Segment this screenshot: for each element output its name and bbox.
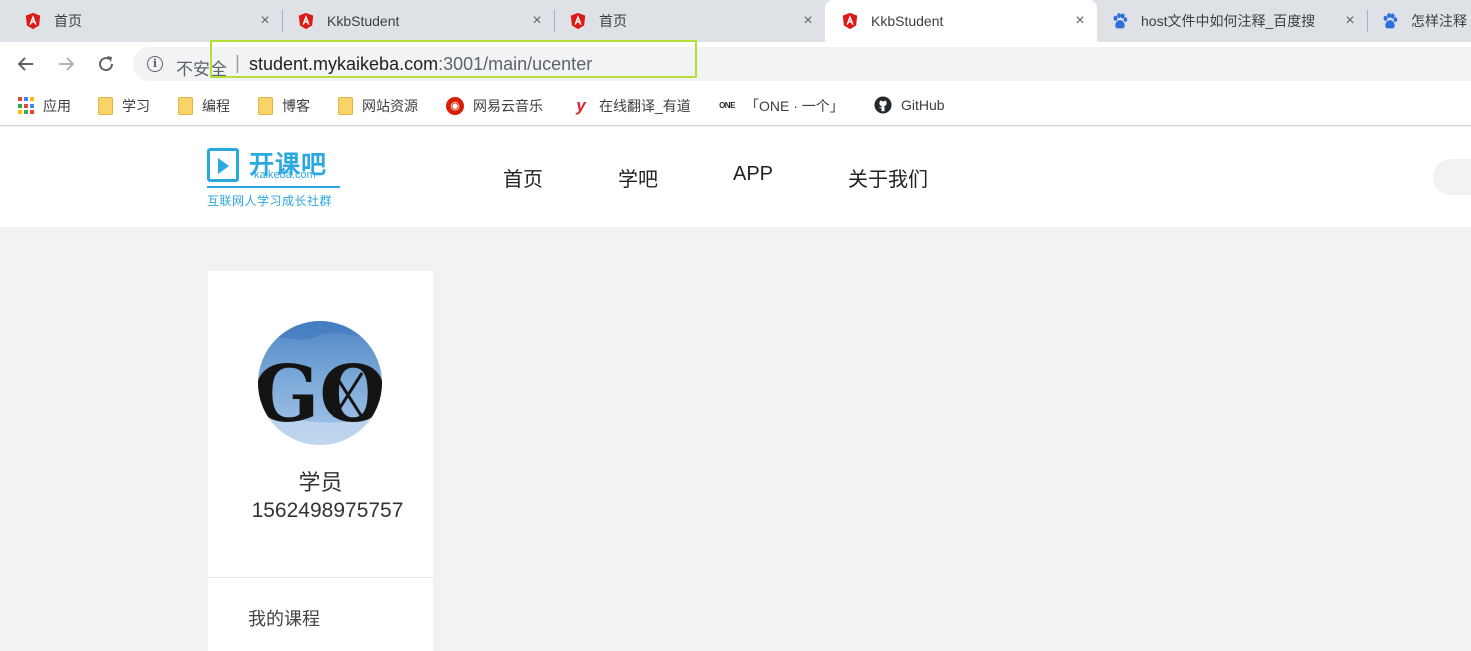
bookmark-github[interactable]: GitHub	[874, 96, 945, 114]
bookmark-label: 编程	[202, 98, 230, 114]
page-content: 开课吧 kaikeba.com 互联网人学习成长社群 首页 学吧 APP 关于我…	[0, 127, 1471, 651]
back-button[interactable]	[13, 51, 39, 77]
tab-5[interactable]: 怎样注释	[1367, 0, 1471, 42]
youdao-icon: y	[576, 96, 586, 115]
tab-2[interactable]: 首页 ×	[545, 0, 825, 42]
user-phone: 1562498975757	[251, 499, 404, 522]
close-icon[interactable]: ×	[528, 12, 546, 30]
url-highlight-annotation	[210, 40, 697, 78]
angular-icon	[25, 12, 41, 30]
menu-my-courses[interactable]: 我的课程	[248, 605, 320, 631]
bookmark-label: 博客	[282, 98, 310, 114]
tab-title: host文件中如何注释_百度搜	[1141, 13, 1316, 29]
play-icon	[207, 148, 239, 182]
baidu-paw-icon	[1113, 13, 1128, 29]
one-icon: ONE	[719, 101, 735, 110]
logo-slogan: 互联网人学习成长社群	[207, 194, 333, 208]
profile-card: GO 学员 1562498975757 我的课程	[208, 271, 433, 651]
bookmark-label: 应用	[43, 98, 71, 114]
site-header: 开课吧 kaikeba.com 互联网人学习成长社群 首页 学吧 APP 关于我…	[0, 127, 1471, 227]
tab-1[interactable]: KkbStudent ×	[273, 0, 554, 42]
close-icon[interactable]: ×	[799, 12, 817, 30]
nav-home[interactable]: 首页	[503, 163, 543, 192]
bookmark-folder-study[interactable]: 学习	[98, 96, 150, 116]
avatar-text: GO	[258, 349, 382, 440]
angular-icon	[842, 12, 858, 30]
tab-3-active[interactable]: KkbStudent ×	[825, 0, 1097, 42]
tab-title: 首页	[599, 13, 627, 29]
angular-icon	[570, 12, 586, 30]
folder-icon	[338, 97, 353, 115]
folder-icon	[178, 97, 193, 115]
nav-xueba[interactable]: 学吧	[618, 163, 658, 192]
tab-strip: 首页 × KkbStudent × 首页 × KkbStudent × host…	[0, 0, 1471, 42]
close-icon[interactable]: ×	[1071, 12, 1089, 30]
bookmark-label: 网站资源	[362, 98, 418, 114]
bookmark-label: 在线翻译_有道	[599, 98, 691, 114]
folder-icon	[258, 97, 273, 115]
bookmark-youdao[interactable]: y 在线翻译_有道	[572, 96, 691, 116]
bookmark-label: GitHub	[901, 97, 945, 113]
kaikeba-logo[interactable]: 开课吧 kaikeba.com 互联网人学习成长社群	[207, 145, 342, 209]
nav-about[interactable]: 关于我们	[848, 163, 928, 192]
bookmark-netease-music[interactable]: ◉ 网易云音乐	[446, 96, 543, 116]
baidu-paw-icon	[1383, 13, 1398, 29]
bookmark-label: 「ONE · 一个」	[745, 98, 844, 114]
bookmark-label: 网易云音乐	[473, 98, 543, 114]
back-arrow-icon	[17, 57, 33, 71]
card-divider	[208, 577, 433, 578]
reload-button[interactable]	[93, 51, 119, 77]
avatar-image: GO	[258, 321, 382, 445]
apps-grid-icon	[18, 97, 34, 115]
bookmark-folder-programming[interactable]: 编程	[178, 96, 230, 116]
tab-4[interactable]: host文件中如何注释_百度搜 ×	[1097, 0, 1367, 42]
avatar[interactable]: GO	[258, 321, 382, 445]
logo-divider	[207, 186, 340, 188]
forward-arrow-icon	[59, 57, 75, 71]
tab-title: 首页	[54, 13, 82, 29]
tab-title: KkbStudent	[327, 13, 400, 29]
bookmarks-bar: 应用 学习 编程 博客 网站资源 ◉ 网易云音乐 y 在线翻译_有道 ONE 「…	[0, 86, 1471, 126]
nav-app[interactable]: APP	[733, 163, 773, 186]
tab-0[interactable]: 首页 ×	[0, 0, 282, 42]
forward-button[interactable]	[53, 51, 79, 77]
tab-title: KkbStudent	[871, 13, 944, 29]
logo-text-en: kaikeba.com	[254, 169, 316, 181]
bookmark-folder-resources[interactable]: 网站资源	[338, 96, 418, 116]
close-icon[interactable]: ×	[1341, 12, 1359, 30]
bookmark-folder-blog[interactable]: 博客	[258, 96, 310, 116]
close-icon[interactable]: ×	[256, 12, 274, 30]
search-input[interactable]	[1433, 159, 1471, 195]
user-role: 学员	[298, 470, 343, 495]
github-icon	[874, 96, 892, 114]
bookmark-one[interactable]: ONE 「ONE · 一个」	[718, 96, 844, 116]
bookmark-label: 学习	[122, 98, 150, 114]
bookmark-apps[interactable]: 应用	[18, 96, 71, 116]
reload-icon	[99, 56, 114, 72]
netease-music-icon: ◉	[446, 97, 464, 115]
angular-icon	[298, 12, 314, 30]
folder-icon	[98, 97, 113, 115]
tab-title: 怎样注释	[1411, 13, 1467, 29]
info-icon[interactable]: i	[147, 56, 163, 72]
